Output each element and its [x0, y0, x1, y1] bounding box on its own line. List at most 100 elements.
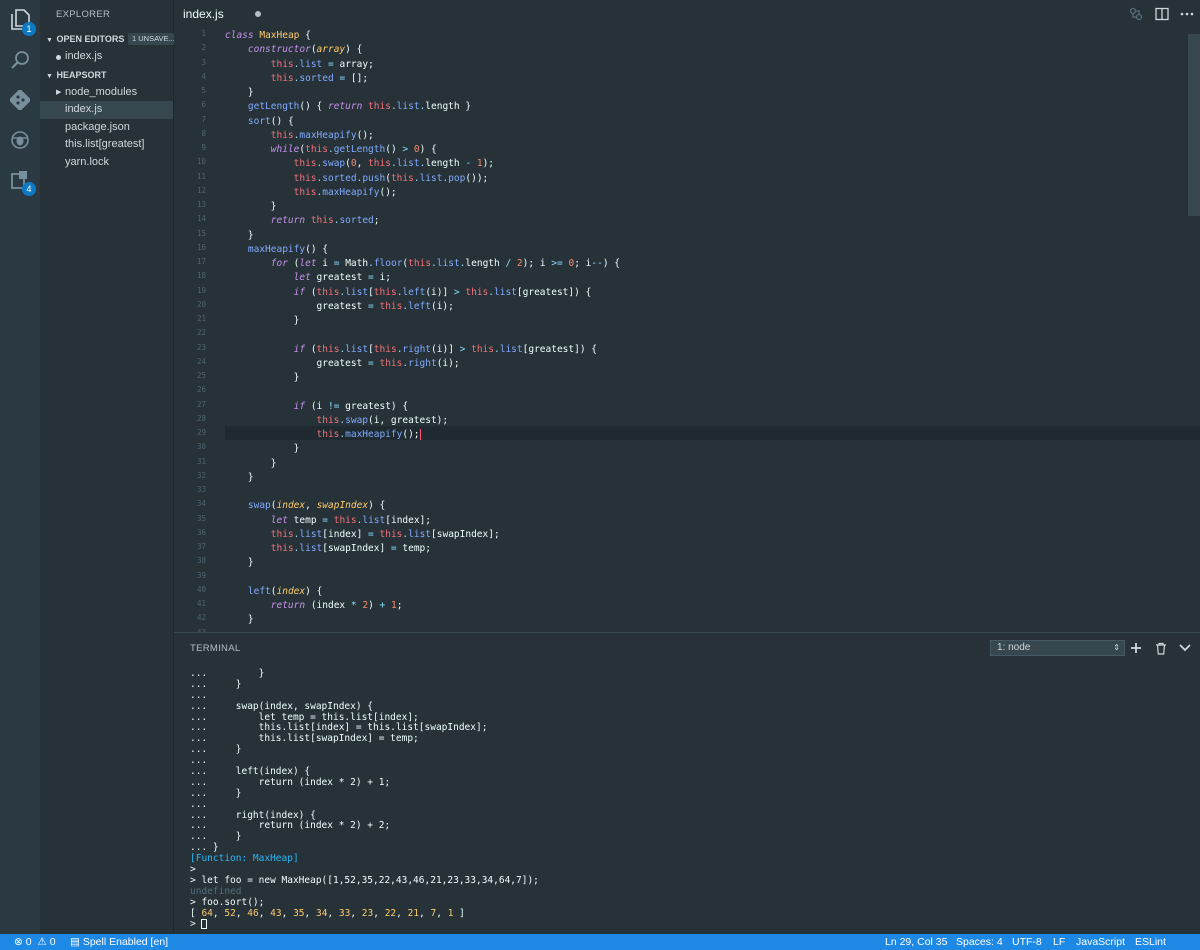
code-line[interactable]: greatest = this.left(i);: [225, 300, 454, 314]
debug-icon[interactable]: [8, 128, 32, 152]
language-mode[interactable]: JavaScript: [1076, 934, 1125, 950]
code-line[interactable]: greatest = this.right(i);: [225, 357, 460, 371]
code-line[interactable]: this.swap(0, this.list.length - 1);: [225, 157, 494, 171]
explorer-icon[interactable]: 1: [8, 8, 36, 36]
line-number: 11: [196, 171, 206, 181]
panel-title-terminal[interactable]: TERMINAL: [190, 643, 240, 654]
line-number: 24: [196, 356, 206, 366]
extensions-icon[interactable]: 4: [8, 168, 36, 196]
code-line[interactable]: this.sorted = [];: [225, 72, 368, 86]
tree-item-node-modules[interactable]: ▶ node_modules: [40, 84, 173, 102]
code-line[interactable]: return this.sorted;: [225, 214, 380, 228]
code-line[interactable]: let greatest = i;: [225, 271, 391, 285]
new-terminal-icon[interactable]: [1129, 641, 1143, 655]
activity-bar: 1 4: [0, 0, 40, 934]
code-line[interactable]: left(index) {: [225, 585, 322, 599]
code-line[interactable]: return (index * 2) + 1;: [225, 599, 403, 613]
line-number-gutter: 1 2 3 4 5 6 7 8 9 10 11 12 13 14 15 16 17 18 19 20 21 22 23 24 2…: [174, 28, 212, 632]
code-area[interactable]: class MaxHeap { constructor(array) { thi…: [225, 28, 1185, 632]
line-number: 42: [196, 613, 206, 623]
code-line[interactable]: getLength() { return this.list.length }: [225, 100, 471, 114]
code-line[interactable]: }: [225, 86, 254, 100]
scrollbar-thumb[interactable]: [1188, 34, 1200, 216]
code-line[interactable]: if (this.list[this.right(i)] > this.list…: [225, 343, 597, 357]
code-line[interactable]: this.list[swapIndex] = temp;: [225, 542, 431, 556]
code-line[interactable]: swap(index, swapIndex) {: [225, 499, 385, 513]
code-line[interactable]: constructor(array) {: [225, 43, 362, 57]
code-line[interactable]: }: [225, 442, 300, 456]
code-line[interactable]: }: [225, 200, 277, 214]
kill-terminal-icon[interactable]: [1154, 641, 1168, 655]
terminal-select[interactable]: 1: node ⇕: [990, 640, 1125, 656]
code-line[interactable]: }: [225, 471, 254, 485]
spell-status[interactable]: ▤ Spell Enabled [en]: [70, 934, 168, 950]
unsaved-badge: 1 UNSAVE...: [128, 33, 174, 45]
tree-item-index-js[interactable]: index.js: [40, 101, 173, 119]
problems-indicator[interactable]: ⊗ 0 ⚠ 0: [14, 934, 56, 950]
line-number: 22: [196, 328, 206, 338]
code-line[interactable]: if (i != greatest) {: [225, 400, 408, 414]
sidebar-title: EXPLORER: [56, 9, 111, 20]
code-line[interactable]: }: [225, 457, 277, 471]
code-line[interactable]: while(this.getLength() > 0) {: [225, 143, 437, 157]
end-of-line[interactable]: LF: [1053, 934, 1065, 950]
code-line[interactable]: }: [225, 556, 254, 570]
code-line[interactable]: this.list[index] = this.list[swapIndex];: [225, 528, 500, 542]
code-line[interactable]: this.maxHeapify();: [225, 129, 374, 143]
line-number: 34: [196, 499, 206, 509]
line-number: 1: [201, 29, 206, 38]
indentation[interactable]: Spaces: 4: [956, 934, 1003, 950]
line-number: 10: [196, 157, 206, 167]
line-number: 7: [201, 114, 206, 124]
terminal-line: ... this.list[swapIndex] = temp;: [190, 733, 419, 745]
search-icon[interactable]: [8, 48, 32, 72]
code-line[interactable]: class MaxHeap {: [225, 29, 311, 43]
cursor-position[interactable]: Ln 29, Col 35: [885, 934, 947, 950]
code-line[interactable]: this.maxHeapify();: [225, 428, 421, 442]
code-line[interactable]: for (let i = Math.floor(this.list.length…: [225, 257, 620, 271]
split-editor-icon[interactable]: [1155, 7, 1169, 21]
tree-item-package-json[interactable]: package.json: [40, 119, 173, 137]
more-actions-icon[interactable]: [1180, 7, 1194, 21]
terminal-line: ... return (index * 2) + 2;: [190, 820, 391, 832]
chevron-down-icon[interactable]: [1178, 641, 1192, 655]
eslint-status[interactable]: ESLint: [1135, 934, 1166, 950]
code-line[interactable]: this.maxHeapify();: [225, 186, 397, 200]
line-number: 12: [196, 185, 206, 195]
open-editor-item[interactable]: index.js: [40, 48, 173, 66]
open-changes-icon[interactable]: [1129, 7, 1143, 21]
tab-index-js[interactable]: index.js: [174, 0, 274, 28]
code-line[interactable]: let temp = this.list[index];: [225, 514, 431, 528]
code-line[interactable]: this.sorted.push(this.list.pop());: [225, 172, 489, 186]
unsaved-dot-icon[interactable]: [255, 11, 261, 17]
line-number: 4: [201, 71, 206, 81]
code-line[interactable]: maxHeapify() {: [225, 243, 328, 257]
line-number: 13: [196, 200, 206, 209]
encoding[interactable]: UTF-8: [1012, 934, 1042, 950]
code-line[interactable]: }: [225, 314, 300, 328]
code-line[interactable]: this.list = array;: [225, 58, 374, 72]
terminal-output[interactable]: ... }... }...... swap(index, swapIndex) …: [190, 668, 1190, 930]
code-line[interactable]: this.swap(i, greatest);: [225, 414, 449, 428]
code-line[interactable]: }: [225, 613, 254, 627]
code-line[interactable]: if (this.list[this.left(i)] > this.list[…: [225, 286, 592, 300]
tree-item-label: index.js: [65, 103, 103, 115]
project-section[interactable]: ▼ HEAPSORT: [40, 66, 173, 84]
project-label: HEAPSORT: [56, 69, 107, 80]
code-line[interactable]: }: [225, 371, 300, 385]
tree-item-yarn-lock[interactable]: yarn.lock: [40, 154, 173, 172]
unsaved-dot-icon: [56, 55, 61, 60]
line-number: 21: [196, 314, 206, 323]
open-editors-section[interactable]: ▼ OPEN EDITORS 1 UNSAVE...: [40, 30, 174, 48]
code-line[interactable]: sort() {: [225, 115, 294, 129]
terminal-line: undefined: [190, 885, 242, 897]
code-editor[interactable]: 1 2 3 4 5 6 7 8 9 10 11 12 13 14 15 16 17 18 19 20 21 22 23 24 2…: [174, 28, 1200, 632]
extensions-badge: 4: [22, 182, 36, 196]
line-number: 20: [196, 299, 206, 309]
line-number: 14: [196, 214, 206, 224]
source-control-icon[interactable]: [8, 88, 32, 112]
code-line[interactable]: }: [225, 229, 254, 243]
tree-item-this-list-greatest[interactable]: this.list[greatest]: [40, 136, 173, 154]
tab-label: index.js: [183, 7, 224, 21]
editor-scrollbar[interactable]: [1188, 28, 1200, 632]
